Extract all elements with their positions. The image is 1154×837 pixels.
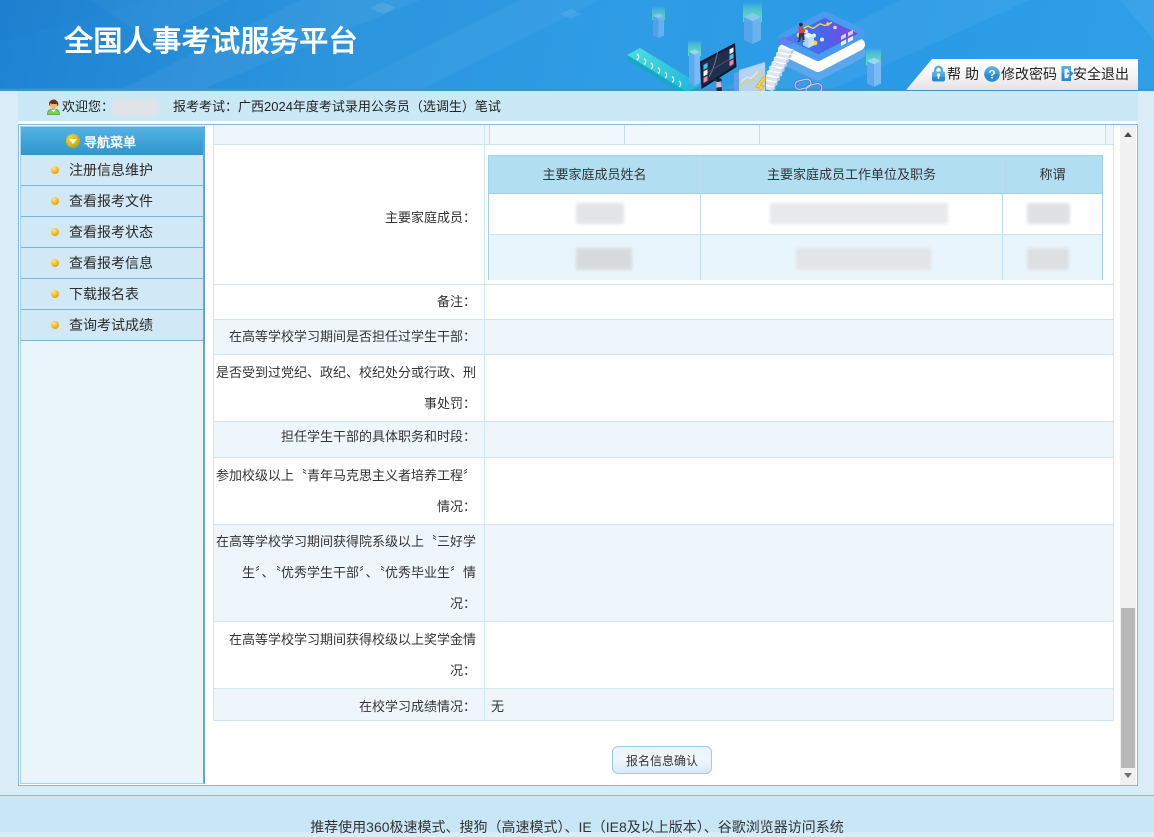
svg-text:?: ? xyxy=(988,67,995,81)
